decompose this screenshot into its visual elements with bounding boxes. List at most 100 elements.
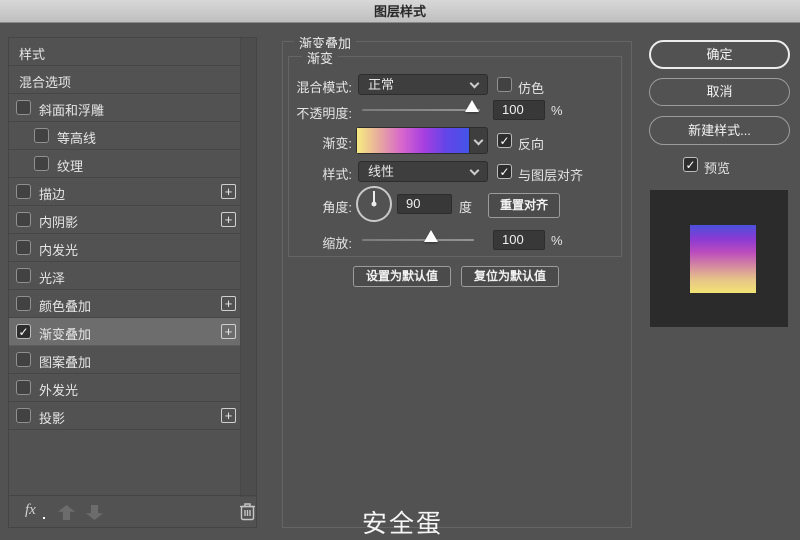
reverse-checkbox[interactable]: ✓ (497, 133, 512, 148)
dither-checkbox[interactable] (497, 77, 512, 92)
effect-checkbox[interactable]: ✓ (16, 324, 31, 339)
effect-label: 等高线 (57, 131, 97, 146)
reverse-label: 反向 (518, 137, 545, 152)
effect-checkbox[interactable] (16, 212, 31, 227)
sidebar-item-4[interactable]: 纹理 (9, 150, 240, 178)
add-effect-icon[interactable]: + (221, 296, 236, 311)
add-effect-icon[interactable]: + (221, 324, 236, 339)
scale-unit: % (551, 233, 563, 248)
sidebar-scrollbar[interactable] (240, 38, 256, 497)
gradient-picker[interactable] (356, 127, 488, 154)
style-value: 线性 (368, 164, 395, 179)
effect-label: 投影 (39, 411, 66, 426)
effects-list: 样式混合选项斜面和浮雕等高线纹理描边 + 内阴影 + 内发光光泽颜色叠加 + ✓ 渐变叠加 + 图… (9, 38, 256, 497)
scale-slider-track[interactable] (362, 239, 474, 241)
effect-checkbox[interactable] (16, 100, 31, 115)
chevron-down-icon (473, 135, 484, 146)
add-effect-icon[interactable]: + (221, 408, 236, 423)
effect-checkbox[interactable] (16, 296, 31, 311)
effect-label: 描边 (39, 187, 66, 202)
effect-checkbox[interactable] (16, 408, 31, 423)
fx-icon[interactable]: fx (25, 502, 36, 519)
effect-label: 内发光 (39, 243, 79, 258)
effect-label: 纹理 (57, 159, 84, 174)
effect-label: 颜色叠加 (39, 299, 92, 314)
style-select[interactable]: 线性 (358, 161, 488, 182)
effect-checkbox[interactable] (34, 128, 49, 143)
opacity-unit: % (551, 103, 563, 118)
angle-label: 角度: (322, 200, 352, 215)
move-down-icon[interactable] (86, 505, 103, 520)
sidebar-item-3[interactable]: 等高线 (9, 122, 240, 150)
scale-label: 缩放: (322, 236, 352, 251)
sidebar-item-2[interactable]: 斜面和浮雕 (9, 94, 240, 122)
dither-label: 仿色 (518, 81, 545, 96)
effect-label: 样式 (19, 47, 46, 62)
effect-checkbox[interactable] (34, 156, 49, 171)
effect-label: 图案叠加 (39, 355, 92, 370)
sidebar-item-12[interactable]: 外发光 (9, 374, 240, 402)
blend-mode-label: 混合模式: (296, 80, 352, 95)
sidebar-item-13[interactable]: 投影 + (9, 402, 240, 430)
angle-hub (371, 201, 377, 207)
trash-icon[interactable] (239, 502, 256, 522)
scale-input[interactable]: 100 (493, 230, 545, 250)
sidebar-item-9[interactable]: 颜色叠加 + (9, 290, 240, 318)
blend-mode-value: 正常 (368, 77, 395, 92)
blend-mode-select[interactable]: 正常 (358, 74, 488, 95)
gradient-swatch[interactable] (357, 128, 470, 153)
scale-slider-thumb[interactable] (424, 230, 438, 242)
sidebar-item-0[interactable]: 样式 (9, 38, 240, 66)
effect-label: 渐变叠加 (39, 327, 92, 342)
new-style-button[interactable]: 新建样式... (649, 116, 790, 145)
preview-well (650, 190, 788, 327)
angle-input[interactable]: 90 (397, 194, 452, 214)
move-up-icon[interactable] (58, 505, 75, 520)
effects-sidebar: 样式混合选项斜面和浮雕等高线纹理描边 + 内阴影 + 内发光光泽颜色叠加 + ✓ 渐变叠加 + 图… (8, 37, 257, 528)
effect-checkbox[interactable] (16, 240, 31, 255)
angle-unit: 度 (459, 200, 473, 215)
add-effect-icon[interactable]: + (221, 212, 236, 227)
sidebar-item-6[interactable]: 内阴影 + (9, 206, 240, 234)
opacity-label: 不透明度: (296, 106, 352, 121)
opacity-slider-thumb[interactable] (465, 100, 479, 112)
angle-dial[interactable] (356, 186, 392, 222)
preview-checkbox[interactable]: ✓ (683, 157, 698, 172)
preview-label: 预览 (704, 161, 731, 176)
effect-label: 混合选项 (19, 75, 72, 90)
sidebar-item-8[interactable]: 光泽 (9, 262, 240, 290)
reset-default-button[interactable]: 复位为默认值 (461, 266, 559, 287)
sidebar-item-7[interactable]: 内发光 (9, 234, 240, 262)
effect-label: 外发光 (39, 383, 79, 398)
align-layer-checkbox[interactable]: ✓ (497, 164, 512, 179)
sidebar-item-1[interactable]: 混合选项 (9, 66, 240, 94)
sidebar-item-5[interactable]: 描边 + (9, 178, 240, 206)
ok-button[interactable]: 确定 (649, 40, 790, 69)
align-layer-label: 与图层对齐 (518, 168, 584, 183)
effect-label: 光泽 (39, 271, 66, 286)
sidebar-item-10[interactable]: ✓ 渐变叠加 + (9, 318, 240, 346)
group-title: 渐变 (302, 48, 339, 67)
cancel-button[interactable]: 取消 (649, 78, 790, 106)
effect-label: 斜面和浮雕 (39, 103, 105, 118)
effect-checkbox[interactable] (16, 352, 31, 367)
reset-alignment-button[interactable]: 重置对齐 (488, 193, 560, 218)
opacity-slider-track[interactable] (362, 109, 480, 111)
add-effect-icon[interactable]: + (221, 184, 236, 199)
effect-checkbox[interactable] (16, 184, 31, 199)
fx-menu-dot (43, 517, 45, 519)
watermark-text: 安全蛋 (362, 510, 444, 538)
sidebar-footer: fx (9, 495, 256, 527)
sidebar-item-11[interactable]: 图案叠加 (9, 346, 240, 374)
chevron-down-icon (469, 78, 480, 89)
set-default-button[interactable]: 设置为默认值 (353, 266, 451, 287)
preview-thumbnail (690, 225, 756, 293)
effect-checkbox[interactable] (16, 380, 31, 395)
opacity-input[interactable]: 100 (493, 100, 545, 120)
effect-label: 内阴影 (39, 215, 79, 230)
layer-style-dialog: 图层样式 样式混合选项斜面和浮雕等高线纹理描边 + 内阴影 + 内发光光泽颜色叠加 + ✓ 渐… (0, 0, 800, 540)
style-label: 样式: (322, 167, 352, 182)
chevron-down-icon (469, 165, 480, 176)
effect-checkbox[interactable] (16, 268, 31, 283)
window-title: 图层样式 (0, 0, 800, 23)
